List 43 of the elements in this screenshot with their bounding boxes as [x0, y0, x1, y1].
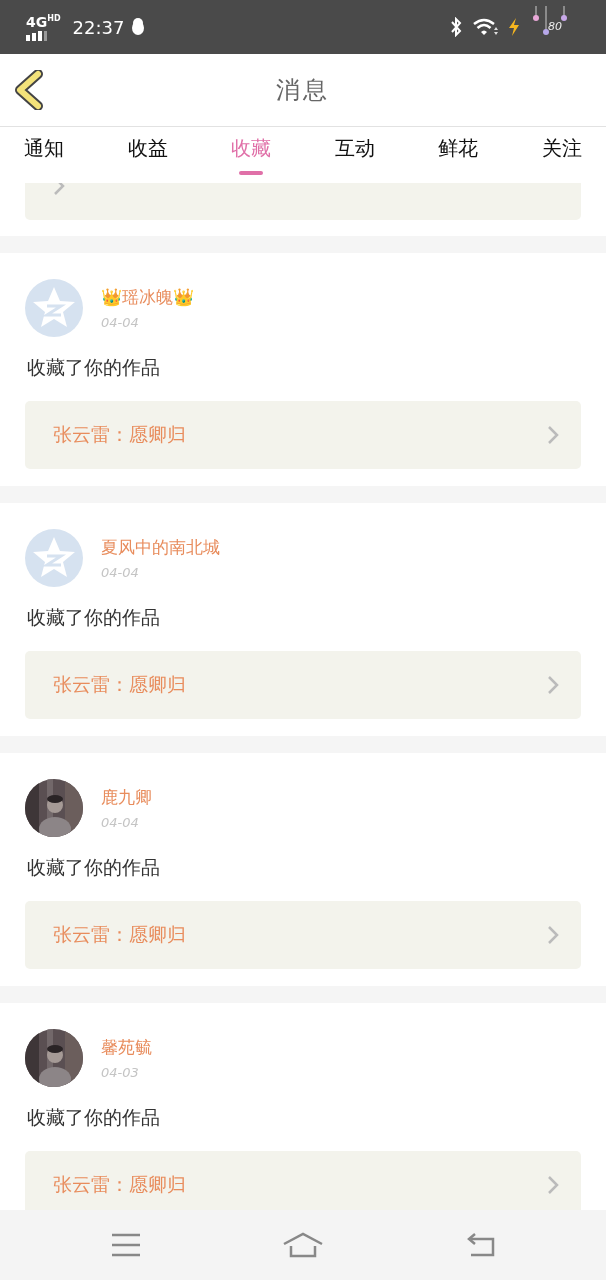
back-icon[interactable]: [465, 1233, 496, 1257]
menu-icon[interactable]: [110, 1233, 141, 1257]
user-name[interactable]: 夏风中的南北城: [101, 536, 220, 559]
default-avatar-icon: [25, 279, 83, 337]
hd-label: HD: [47, 13, 61, 23]
user-name[interactable]: 馨苑毓: [101, 1036, 152, 1059]
chevron-right-icon: [547, 675, 559, 695]
default-avatar-icon: [25, 529, 83, 587]
chevron-right-icon: [547, 425, 559, 445]
tab[interactable]: 通知: [24, 127, 64, 183]
message-date: 04-03: [101, 1065, 140, 1080]
penguin-icon: [130, 18, 147, 36]
work-link[interactable]: 张云雷：愿卿归: [25, 1151, 581, 1210]
message-date: 04-04: [101, 565, 140, 580]
home-icon[interactable]: [282, 1232, 324, 1258]
work-link[interactable]: 张云雷：愿卿归: [25, 401, 581, 469]
message-text: 收藏了你的作品: [27, 855, 161, 880]
star-decoration-icon: [530, 6, 570, 36]
tab[interactable]: 鲜花: [438, 127, 479, 183]
tab[interactable]: 互动: [334, 127, 375, 183]
tab[interactable]: 收益: [127, 127, 168, 183]
user-name[interactable]: 👑瑶冰魄👑: [101, 286, 194, 309]
message-date: 04-04: [101, 315, 140, 330]
clock-time: 22:37: [72, 16, 125, 38]
message-text: 收藏了你的作品: [27, 605, 161, 630]
lightning-icon: [508, 18, 520, 36]
message-date: 04-04: [101, 815, 140, 830]
wifi-icon: [472, 18, 498, 36]
bluetooth-icon: [450, 17, 462, 37]
signal-icon: [26, 30, 48, 41]
page-title: 消息: [276, 75, 330, 106]
work-link[interactable]: 张云雷：愿卿归: [25, 651, 581, 719]
chevron-right-icon: [547, 1175, 559, 1195]
battery-level: 80: [548, 20, 562, 33]
tab[interactable]: 收藏: [231, 127, 272, 183]
user-name[interactable]: 鹿九卿: [101, 786, 152, 809]
back-button[interactable]: [14, 70, 44, 113]
network-label: 4G: [26, 13, 48, 30]
message-text: 收藏了你的作品: [27, 355, 161, 380]
work-link[interactable]: 张云雷：愿卿归: [25, 901, 581, 969]
chevron-right-icon: [547, 925, 559, 945]
tab[interactable]: 关注: [541, 127, 582, 183]
message-text: 收藏了你的作品: [27, 1105, 161, 1130]
